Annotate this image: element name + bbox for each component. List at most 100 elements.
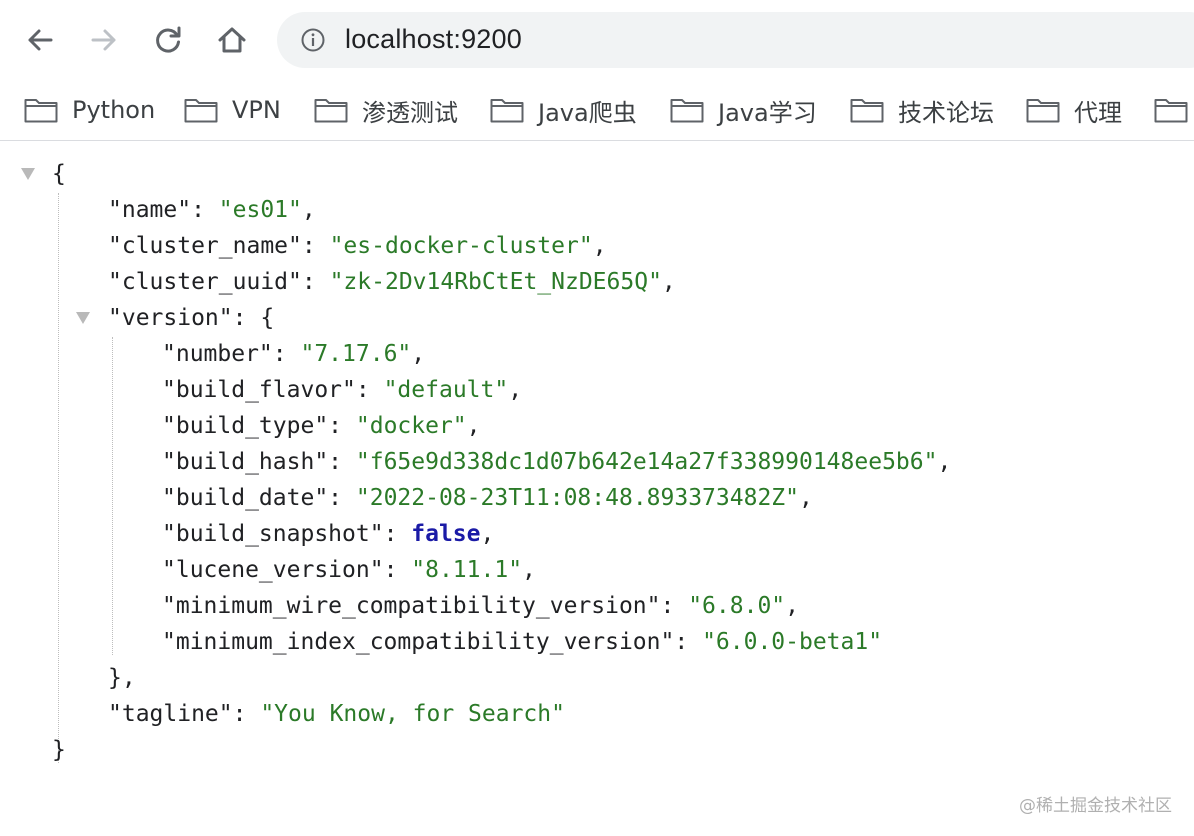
json-row-cluster-name: "cluster_name": "es-docker-cluster", [108, 228, 607, 264]
json-string-value: "You Know, for Search" [260, 701, 565, 727]
collapse-toggle-version[interactable] [76, 312, 90, 324]
json-row-build-date: "build_date": "2022-08-23T11:08:48.89337… [162, 480, 813, 516]
folder-icon [1026, 99, 1060, 123]
json-colon: : [355, 377, 384, 403]
json-string-value: "6.0.0-beta1" [702, 629, 883, 655]
json-comma: , [798, 485, 813, 511]
json-string-value: "zk-2Dv14RbCtEt_NzDE65Q" [329, 269, 662, 295]
home-icon [218, 27, 246, 53]
url-text[interactable]: localhost:9200 [345, 24, 522, 55]
json-string-value: "7.17.6" [300, 341, 412, 367]
json-colon: : [232, 701, 261, 727]
json-string-value: "es01" [218, 197, 302, 223]
json-comma: , [592, 233, 607, 259]
json-key: "cluster_uuid" [108, 269, 302, 295]
json-colon: : [674, 629, 703, 655]
json-key: "cluster_name" [108, 233, 302, 259]
folder-icon [670, 99, 704, 123]
json-viewer: { "name": "es01", "cluster_name": "es-do… [0, 141, 1194, 836]
json-row-tagline: "tagline": "You Know, for Search" [108, 696, 565, 732]
json-string-value: "2022-08-23T11:08:48.893373482Z" [355, 485, 799, 511]
json-colon: : [301, 269, 330, 295]
info-icon[interactable] [301, 28, 325, 52]
bookmark-folder-pentest[interactable]: 渗透测试 [314, 90, 458, 130]
json-key: "number" [162, 341, 273, 367]
bookmark-folder-java-learning[interactable]: Java学习 [670, 90, 817, 130]
bookmark-label: 代理 [1074, 98, 1122, 127]
json-boolean-value: false [411, 521, 481, 547]
json-colon: : [301, 233, 330, 259]
bookmark-folder-proxy[interactable]: 代理 [1026, 90, 1122, 130]
forward-arrow-icon [91, 29, 116, 51]
json-string-value: "es-docker-cluster" [329, 233, 593, 259]
back-arrow-icon [28, 29, 53, 51]
json-colon: : [660, 593, 689, 619]
json-comma: , [937, 449, 952, 475]
json-comma: , [480, 521, 495, 547]
json-string-value: "8.11.1" [411, 557, 523, 583]
folder-icon [184, 99, 218, 123]
address-bar[interactable]: localhost:9200 [277, 12, 1194, 68]
json-string-value: "docker" [355, 413, 467, 439]
json-string-value: "default" [383, 377, 509, 403]
reload-icon [156, 26, 181, 53]
json-comma: , [411, 341, 426, 367]
json-row-name: "name": "es01", [108, 192, 316, 228]
json-colon: : [328, 485, 356, 511]
json-comma: , [522, 557, 536, 583]
indent-guide [58, 193, 59, 763]
json-key: "name" [108, 197, 192, 223]
folder-icon [314, 99, 348, 123]
json-key: "build_flavor" [162, 377, 356, 403]
json-close-brace: } [52, 737, 66, 763]
json-colon: : [272, 341, 301, 367]
json-comma: , [466, 413, 481, 439]
json-key: "lucene_version" [162, 557, 384, 583]
bookmark-folder-truncated[interactable] [1154, 90, 1194, 130]
reload-button[interactable] [148, 20, 188, 60]
indent-guide [112, 337, 113, 655]
json-colon: : [328, 413, 356, 439]
json-comma: , [301, 197, 316, 223]
json-key: "build_type" [162, 413, 329, 439]
folder-icon [850, 99, 884, 123]
bookmark-label: 渗透测试 [362, 98, 458, 127]
bookmark-folder-python[interactable]: Python [24, 90, 155, 130]
folder-icon [24, 99, 58, 123]
bookmarks-bar: Python VPN 渗透测试 Java爬虫 Java学习 技术论坛 代理 [0, 82, 1194, 141]
json-key: "build_date" [162, 485, 329, 511]
json-key: "build_snapshot" [162, 521, 384, 547]
json-row-number: "number": "7.17.6", [162, 336, 425, 372]
folder-icon [1154, 99, 1188, 123]
json-key: "minimum_wire_compatibility_version" [162, 593, 661, 619]
json-key: "build_hash" [162, 449, 329, 475]
folder-icon [490, 99, 524, 123]
json-colon: : [328, 449, 356, 475]
bookmark-label: Python [72, 96, 156, 124]
json-row-min-wire: "minimum_wire_compatibility_version": "6… [162, 588, 799, 624]
json-row-min-index: "minimum_index_compatibility_version": "… [162, 624, 882, 660]
json-colon: : [383, 557, 412, 583]
json-open-brace: { [52, 161, 66, 187]
bookmark-folder-vpn[interactable]: VPN [184, 90, 281, 130]
browser-toolbar: localhost:9200 [0, 0, 1194, 82]
watermark: @稀土掘金技术社区 [1019, 796, 1172, 816]
json-key: "minimum_index_compatibility_version" [162, 629, 675, 655]
bookmark-folder-tech-forum[interactable]: 技术论坛 [850, 90, 994, 130]
json-key: "tagline" [108, 701, 233, 727]
json-open-brace: { [260, 305, 275, 331]
json-row-lucene-version: "lucene_version": "8.11.1", [162, 552, 536, 588]
json-row-version: "version": { [108, 300, 274, 336]
json-colon: : [383, 521, 412, 547]
home-button[interactable] [212, 20, 252, 60]
json-row-build-type: "build_type": "docker", [162, 408, 481, 444]
json-comma: , [785, 593, 799, 619]
json-row-build-flavor: "build_flavor": "default", [162, 372, 522, 408]
back-button[interactable] [20, 20, 60, 60]
forward-button[interactable] [84, 20, 124, 60]
json-string-value: "f65e9d338dc1d07b642e14a27f338990148ee5b… [355, 449, 938, 475]
collapse-toggle-root[interactable] [21, 168, 35, 180]
json-colon: : [232, 305, 261, 331]
bookmark-folder-java-crawler[interactable]: Java爬虫 [490, 90, 637, 130]
json-row-build-hash: "build_hash": "f65e9d338dc1d07b642e14a27… [162, 444, 951, 480]
